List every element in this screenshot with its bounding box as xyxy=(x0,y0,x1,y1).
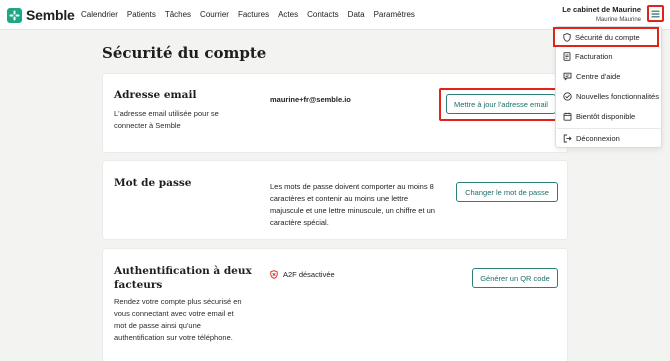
practice-name: Le cabinet de Maurine xyxy=(562,5,641,14)
generate-qr-button[interactable]: Générer un QR code xyxy=(472,268,558,288)
nav-patients[interactable]: Patients xyxy=(127,10,156,19)
menu-item-label: Nouvelles fonctionnalités xyxy=(576,92,659,101)
page-title: Sécurité du compte xyxy=(102,44,267,62)
main-nav: Calendrier Patients Tâches Courrier Fact… xyxy=(81,10,424,19)
menu-item-account-security[interactable]: Sécurité du compte xyxy=(553,27,659,47)
nav-courrier[interactable]: Courrier xyxy=(200,10,229,19)
menu-item-label: Centre d'aide xyxy=(576,72,621,81)
nav-calendrier[interactable]: Calendrier xyxy=(81,10,118,19)
password-section-title: Mot de passe xyxy=(114,177,192,189)
email-section-description: L'adresse email utilisée pour se connect… xyxy=(114,109,219,130)
check-circle-icon xyxy=(563,92,572,101)
semble-logo[interactable]: Semble xyxy=(7,7,75,23)
email-value: maurine+fr@semble.io xyxy=(270,95,351,104)
chat-help-icon xyxy=(563,72,572,81)
menu-item-billing[interactable]: Facturation xyxy=(557,47,662,66)
calendar-icon xyxy=(563,112,572,121)
account-info[interactable]: Le cabinet de Maurine Maurine Maurine xyxy=(562,5,641,23)
update-email-button[interactable]: Mettre à jour l'adresse email xyxy=(446,94,556,114)
user-name: Maurine Maurine xyxy=(595,17,641,23)
menu-item-label: Sécurité du compte xyxy=(575,32,640,42)
nav-factures[interactable]: Factures xyxy=(238,10,269,19)
menu-item-label: Facturation xyxy=(575,52,613,61)
account-dropdown-menu: Sécurité du compte Facturation Centre d'… xyxy=(553,26,662,148)
change-password-button[interactable]: Changer le mot de passe xyxy=(456,182,558,202)
semble-logo-icon xyxy=(7,7,22,23)
menu-button[interactable] xyxy=(647,5,664,22)
email-section-title: Adresse email xyxy=(114,89,197,101)
password-requirements: Les mots de passe doivent comporter au m… xyxy=(270,182,435,227)
nav-data[interactable]: Data xyxy=(348,10,365,19)
two-factor-description: Rendez votre compte plus sécurisé en vou… xyxy=(114,297,242,342)
two-factor-status-text: A2F désactivée xyxy=(283,270,335,279)
logout-icon xyxy=(563,134,572,143)
menu-item-help-center[interactable]: Centre d'aide xyxy=(557,67,662,86)
two-factor-section-title: Authentification à deux facteurs xyxy=(114,265,252,291)
receipt-icon xyxy=(563,52,571,61)
menu-item-label: Déconnexion xyxy=(576,134,620,143)
two-factor-status: A2F désactivée xyxy=(270,270,335,279)
nav-taches[interactable]: Tâches xyxy=(165,10,191,19)
password-card: Mot de passe Les mots de passe doivent c… xyxy=(102,160,568,240)
shield-icon xyxy=(563,32,571,42)
menu-item-new-features[interactable]: Nouvelles fonctionnalités xyxy=(557,87,662,106)
menu-item-label: Bientôt disponible xyxy=(576,112,636,121)
email-card: Adresse email L'adresse email utilisée p… xyxy=(102,73,568,153)
hamburger-icon xyxy=(651,10,660,17)
two-factor-card: Authentification à deux facteurs Rendez … xyxy=(102,248,568,361)
brand-name: Semble xyxy=(26,7,75,23)
nav-actes[interactable]: Actes xyxy=(278,10,298,19)
shield-off-icon xyxy=(270,270,278,279)
menu-item-logout[interactable]: Déconnexion xyxy=(557,129,662,148)
menu-item-coming-soon[interactable]: Bientôt disponible xyxy=(557,107,662,126)
nav-parametres[interactable]: Paramètres xyxy=(374,10,415,19)
nav-contacts[interactable]: Contacts xyxy=(307,10,339,19)
